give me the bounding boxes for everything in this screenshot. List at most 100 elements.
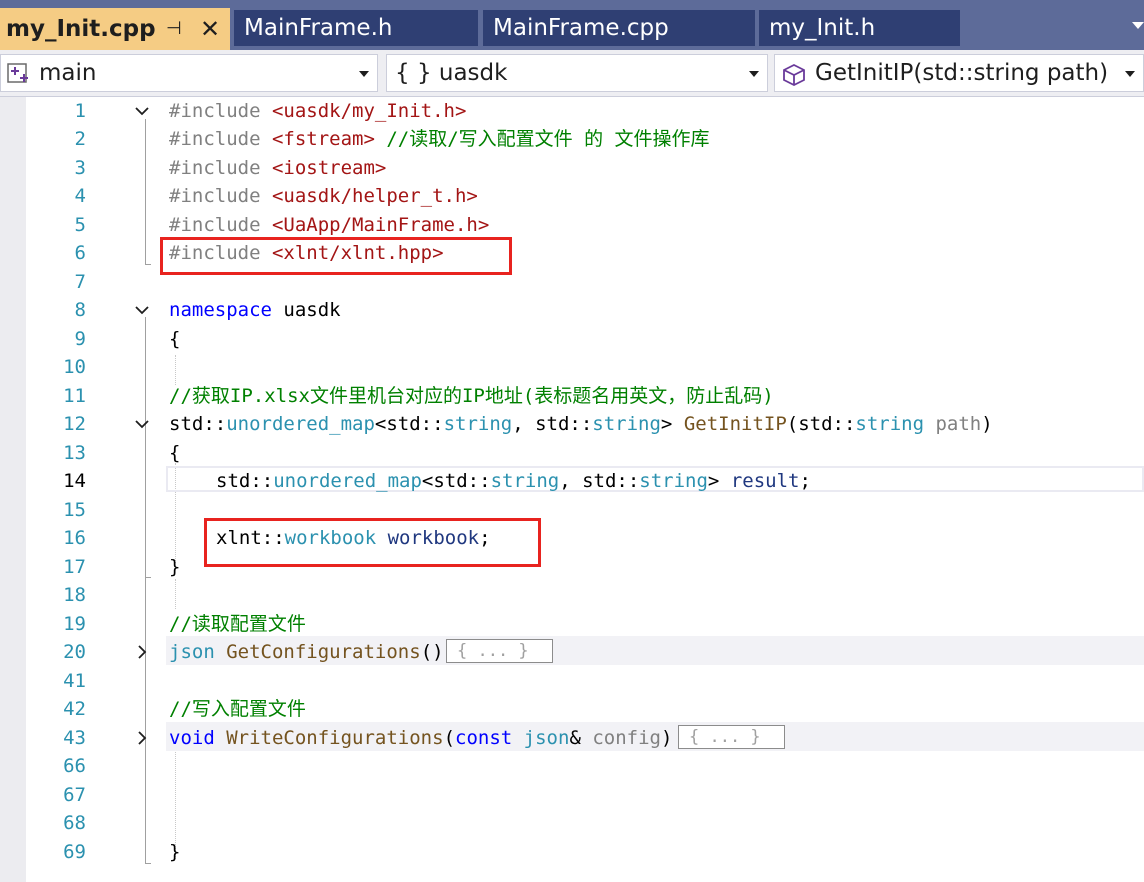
scope-label: { } uasdk: [395, 60, 508, 86]
line-number: 13: [63, 442, 86, 464]
code-line-43[interactable]: void WriteConfigurations(const json& con…: [169, 724, 672, 752]
line-number: 19: [63, 613, 86, 635]
tab-mainframe-h[interactable]: MainFrame.h: [234, 10, 478, 46]
punct: [512, 727, 523, 749]
highlight-box-include: [160, 237, 512, 275]
code-line-11[interactable]: //获取IP.xlsx文件里机台对应的IP地址(表标题名用英文，防止乱码): [169, 382, 774, 410]
brace: {: [169, 328, 181, 350]
comment: //读取配置文件: [169, 613, 306, 635]
pin-icon[interactable]: ⊣: [166, 8, 182, 50]
line-number-current: 14: [63, 470, 86, 492]
collapse-chevron-icon[interactable]: [134, 103, 150, 119]
code-line-2[interactable]: #include <fstream> //读取/写入配置文件 的 文件操作库: [169, 125, 710, 153]
code-line-3[interactable]: #include <iostream>: [169, 154, 386, 182]
tab-my-init-cpp[interactable]: my_Init.cpp ⊣ ✕: [0, 8, 230, 50]
namespace: std::: [169, 413, 227, 435]
line-number: 6: [74, 242, 86, 264]
line-number: 3: [74, 157, 86, 179]
collapse-chevron-icon[interactable]: [134, 302, 150, 318]
highlight-box-workbook: [204, 518, 541, 567]
method-cube-icon: [783, 63, 805, 87]
punct: >: [707, 470, 731, 492]
code-editor[interactable]: 1 2 3 4 5 6 7 8 9 10 11 12 13 14 15 16 1…: [0, 97, 1144, 882]
brace: {: [169, 442, 181, 464]
indent-guide: [175, 579, 176, 609]
project-dropdown[interactable]: main: [0, 54, 378, 92]
code-line-8[interactable]: namespace uasdk: [169, 296, 341, 324]
member-dropdown[interactable]: GetInitIP(std::string path): [774, 54, 1144, 92]
line-number: 41: [63, 670, 86, 692]
punct: , std::: [559, 470, 640, 492]
line-number: 5: [74, 214, 86, 236]
preprocessor: #include: [169, 214, 272, 236]
include-path: <uasdk/helper_t.h>: [271, 185, 478, 207]
function-name: GetConfigurations: [226, 641, 421, 663]
code-line-5[interactable]: #include <UaApp/MainFrame.h>: [169, 211, 489, 239]
close-icon[interactable]: ✕: [200, 8, 220, 50]
code-line-19[interactable]: //读取配置文件: [169, 610, 306, 638]
line-number: 66: [63, 755, 86, 777]
indent-guide: [175, 355, 176, 385]
collapsed-block[interactable]: { ... }: [446, 639, 553, 663]
expand-chevron-icon[interactable]: [134, 730, 150, 746]
line-number: 42: [63, 698, 86, 720]
tab-mainframe-cpp[interactable]: MainFrame.cpp: [483, 10, 755, 46]
parameter: config: [592, 727, 661, 749]
include-path: <iostream>: [271, 157, 387, 179]
outline-line: [145, 119, 146, 264]
type: json: [523, 727, 570, 749]
tab-overflow-icon[interactable]: [1132, 22, 1144, 29]
code-line-9[interactable]: {: [169, 325, 180, 353]
code-line-13[interactable]: {: [169, 439, 180, 467]
punct: (): [420, 641, 444, 663]
line-number: 67: [63, 784, 86, 806]
code-line-42[interactable]: //写入配置文件: [169, 695, 306, 723]
line-number: 69: [63, 841, 86, 863]
punct: , std::: [512, 413, 593, 435]
include-path: <uasdk/my_Init.h>: [271, 100, 467, 122]
type: string: [443, 413, 513, 435]
type: unordered_map: [226, 413, 375, 435]
document-tab-strip: my_Init.cpp ⊣ ✕ MainFrame.h MainFrame.cp…: [0, 0, 1144, 50]
line-number: 20: [63, 641, 86, 663]
punct: (: [443, 727, 456, 749]
code-line-12[interactable]: std::unordered_map<std::string, std::str…: [169, 410, 993, 438]
keyword: const: [455, 727, 513, 749]
member-label: GetInitIP(std::string path): [815, 60, 1109, 86]
tab-my-init-h[interactable]: my_Init.h: [759, 10, 960, 46]
function-name: WriteConfigurations: [226, 727, 444, 749]
project-icon: [7, 63, 28, 83]
line-number: 1: [74, 100, 86, 122]
type: string: [855, 413, 925, 435]
chevron-down-icon: [1125, 71, 1135, 77]
code-line-69[interactable]: }: [169, 838, 180, 866]
type: unordered_map: [273, 470, 422, 492]
code-line-20[interactable]: json GetConfigurations(): [169, 638, 444, 666]
type: string: [592, 413, 661, 435]
code-line-14[interactable]: std::unordered_map<std::string, std::str…: [216, 467, 811, 495]
selection-margin: [0, 97, 26, 882]
comment: //获取IP.xlsx文件里机台对应的IP地址(表标题名用英文，防止乱码): [169, 385, 774, 407]
line-number: 7: [74, 271, 86, 293]
punct: <std::: [374, 413, 444, 435]
expand-chevron-icon[interactable]: [134, 644, 150, 660]
outline-line: [145, 577, 151, 578]
outline-line: [145, 264, 151, 265]
code-line-1[interactable]: #include <uasdk/my_Init.h>: [169, 97, 466, 125]
scope-dropdown[interactable]: { } uasdk: [386, 54, 768, 92]
preprocessor: #include: [169, 157, 272, 179]
code-line-4[interactable]: #include <uasdk/helper_t.h>: [169, 182, 478, 210]
punct: ;: [799, 470, 811, 492]
brace: }: [169, 841, 181, 863]
identifier: uasdk: [271, 299, 341, 321]
line-number: 11: [63, 385, 86, 407]
line-number: 10: [63, 356, 86, 378]
tab-label: MainFrame.h: [244, 15, 393, 41]
collapse-chevron-icon[interactable]: [134, 416, 150, 432]
tab-label: my_Init.h: [769, 15, 876, 41]
namespace: std::: [216, 470, 274, 492]
navigation-bar: main { } uasdk GetInitIP(std::string pat…: [0, 50, 1144, 97]
collapsed-block[interactable]: { ... }: [678, 725, 785, 749]
code-line-17[interactable]: }: [169, 553, 180, 581]
brace: }: [169, 556, 181, 578]
